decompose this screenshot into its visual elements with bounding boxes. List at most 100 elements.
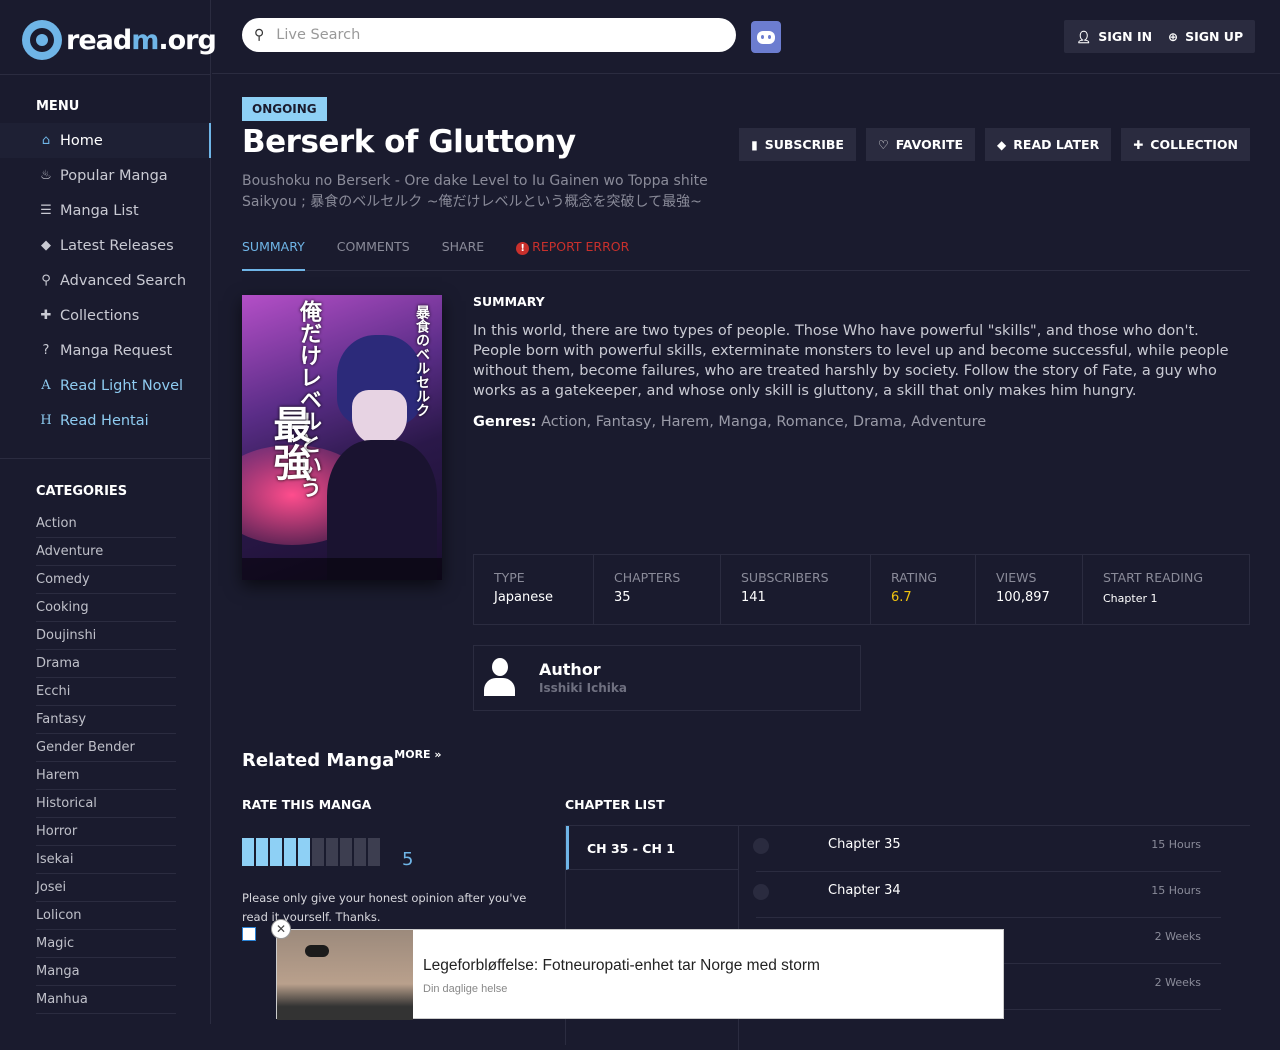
search-icon: ⚲ [254,27,265,43]
manga-stats: TYPE Japanese CHAPTERS 35 SUBSCRIBERS 141 R… [473,554,1250,625]
logo-icon [22,20,62,60]
tab-report-error[interactable]: ! REPORT ERROR [516,234,629,271]
search-icon: ⚲ [41,273,51,288]
subscribe-button[interactable]: ▮ SUBSCRIBE [739,128,856,161]
menu-item-collections[interactable]: ✚ Collections [0,298,211,333]
fire-icon: ♨ [40,168,52,183]
read-later-button[interactable]: ◆ READ LATER [985,128,1112,161]
rating-bars[interactable] [242,838,382,866]
bookmark-icon: ▮ [751,137,758,152]
main-menu: ⌂ Home ♨ Popular Manga ☰ Manga List ◆ Latest… [0,123,211,438]
author-name: Isshiki Ichika [539,681,627,695]
rate-heading: RATE THIS MANGA [242,797,372,812]
tag-icon: ◆ [997,137,1007,152]
alert-icon: ! [516,242,530,255]
discord-icon[interactable] [751,21,781,53]
tab-comments[interactable]: COMMENTS [337,234,410,271]
favorite-button[interactable]: ♡ FAVORITE [865,128,976,161]
alternative-titles: Boushoku no Berserk - Ore dake Level to … [242,173,708,210]
category-item[interactable]: Gender Bender [36,734,176,762]
divider [0,74,211,75]
tab-share[interactable]: SHARE [442,234,484,271]
category-item[interactable]: Action [36,510,176,538]
divider [0,458,211,459]
rating-bar[interactable] [340,838,352,866]
sign-in-button[interactable]: 👤︎ SIGN IN [1064,20,1165,53]
author-card[interactable]: Author Isshiki Ichika [473,645,861,711]
ad-image [277,930,413,1020]
menu-item-latest-releases[interactable]: ◆ Latest Releases [0,228,211,263]
category-item[interactable]: Isekai [36,846,176,874]
category-item[interactable]: Manga [36,958,176,986]
close-icon[interactable]: ✕ [271,919,291,939]
user-icon: 👤︎ [1076,29,1092,44]
search-box[interactable]: ⚲ [242,18,736,52]
ad-source: Din daglige helse [423,983,508,995]
rating-bar[interactable] [354,838,366,866]
stat-subscribers: SUBSCRIBERS 141 [721,555,871,624]
rating-bar[interactable] [242,838,254,866]
chapter-row[interactable]: Chapter 34 15 Hours [753,872,1221,918]
category-item[interactable]: Historical [36,790,176,818]
menu-item-advanced-search[interactable]: ⚲ Advanced Search [0,263,211,298]
category-item[interactable]: Adventure [36,538,176,566]
rating-bar[interactable] [312,838,324,866]
rating-bar[interactable] [284,838,296,866]
rating-bar[interactable] [256,838,268,866]
ad-banner[interactable]: Legeforbløffelse: Fotneuropati-enhet tar… [276,929,1004,1020]
stat-rating: RATING 6.7 [871,555,976,624]
menu-item-home[interactable]: ⌂ Home [0,123,211,158]
category-item[interactable]: Magic [36,930,176,958]
status-badge: ONGOING [242,97,327,121]
category-item[interactable]: Josei [36,874,176,902]
tab-summary[interactable]: SUMMARY [242,234,305,271]
category-item[interactable]: Doujinshi [36,622,176,650]
heart-icon: ♡ [877,137,889,152]
menu-item-manga-list[interactable]: ☰ Manga List [0,193,211,228]
menu-item-manga-request[interactable]: ? Manga Request [0,333,211,368]
rating-value: 5 [402,849,414,870]
category-item[interactable]: Manhua [36,986,176,1014]
home-icon: ⌂ [41,133,51,148]
site-logo[interactable]: readm.org [22,19,217,61]
menu-item-read-hentai[interactable]: H Read Hentai [0,403,211,438]
stat-views: VIEWS 100,897 [976,555,1083,624]
top-bar: ⚲ 👤︎SIGN IN ⊕SIGN UP [212,0,1280,74]
detail-tabs: SUMMARY COMMENTS SHARE ! REPORT ERROR [242,234,1250,271]
categories-list: Action Adventure Comedy Cooking Doujinsh… [36,510,176,1014]
search-input[interactable] [276,27,697,43]
category-item[interactable]: Cooking [36,594,176,622]
category-item[interactable]: Ecchi [36,678,176,706]
menu-item-popular-manga[interactable]: ♨ Popular Manga [0,158,211,193]
plus-icon: ✚ [1133,137,1144,152]
sidebar: readm.org MENU ⌂ Home ♨ Popular Manga ☰ Man… [0,0,217,1024]
category-item[interactable]: Horror [36,818,176,846]
cover-image: 暴食のベルセルク 俺だけレベルという 最強 [242,295,442,580]
ad-headline: Legeforbløffelse: Fotneuropati-enhet tar… [423,957,820,974]
sign-up-button[interactable]: ⊕ SIGN UP [1156,20,1256,53]
category-item[interactable]: Drama [36,650,176,678]
more-link[interactable]: MORE » [394,748,441,761]
collection-button[interactable]: ✚ COLLECTION [1121,128,1250,161]
summary-heading: SUMMARY [473,294,545,309]
categories-heading: CATEGORIES [36,484,128,499]
stat-start-reading[interactable]: START READING Chapter 1 [1083,555,1249,624]
page-title: Berserk of Gluttony [242,124,576,160]
category-item[interactable]: Harem [36,762,176,790]
action-buttons: ▮ SUBSCRIBE ♡ FAVORITE ◆ READ LATER ✚ COLLEC… [729,128,1250,161]
genres: Genres: Action, Fantasy, Harem, Manga, R… [473,414,987,430]
chapter-list-heading: CHAPTER LIST [565,797,665,812]
rating-bar[interactable] [368,838,380,866]
captcha-icon [242,927,256,941]
rating-bar[interactable] [270,838,282,866]
logo-text: readm.org [66,24,217,56]
chapter-row[interactable]: Chapter 35 15 Hours [753,826,1221,872]
category-item[interactable]: Comedy [36,566,176,594]
rating-bar[interactable] [298,838,310,866]
category-item[interactable]: Lolicon [36,902,176,930]
chapter-range-tab[interactable]: CH 35 - CH 1 [566,826,739,870]
letter-a-icon: A [41,378,51,393]
menu-item-read-light-novel[interactable]: A Read Light Novel [0,368,211,403]
category-item[interactable]: Fantasy [36,706,176,734]
rating-bar[interactable] [326,838,338,866]
